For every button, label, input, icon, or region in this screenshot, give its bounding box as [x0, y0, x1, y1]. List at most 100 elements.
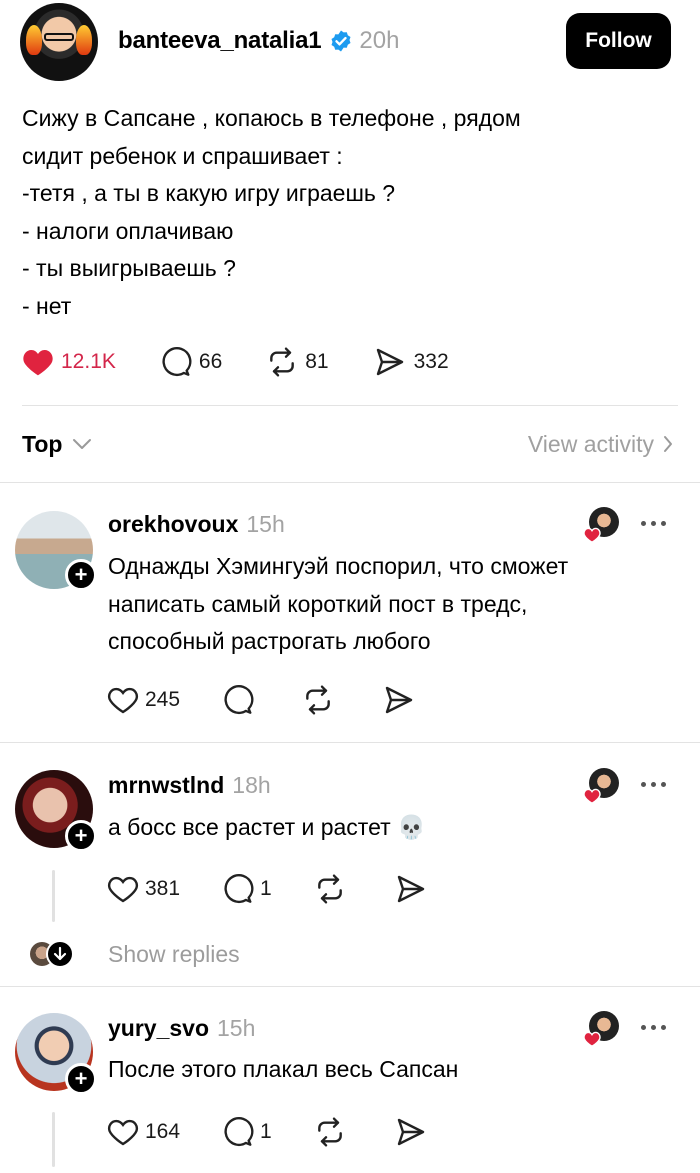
reply-timestamp: 15h [246, 510, 285, 537]
reply-actions: 164 1 [107, 1114, 466, 1150]
arrow-down-icon [46, 940, 74, 968]
comment-icon [162, 347, 192, 376]
author-name[interactable]: banteeva_natalia1 [118, 27, 322, 55]
heart-filled-icon [583, 527, 601, 543]
post-text-line: сидит ребенок и спрашивает : [22, 142, 343, 169]
like-count: 381 [145, 877, 181, 900]
chevron-right-icon [664, 436, 672, 452]
like-button[interactable]: 381 [107, 874, 180, 904]
repost-icon [270, 347, 295, 377]
reply-header: orekhovoux 15h [108, 509, 285, 539]
reply-author[interactable]: orekhovoux [108, 511, 238, 538]
post-text-line: - нет [22, 292, 72, 319]
follow-button[interactable]: Follow [566, 13, 671, 69]
post-text-line: -тетя , а ты в какую игру играешь ? [22, 180, 396, 206]
share-button[interactable] [394, 873, 434, 905]
flame-icon [26, 25, 42, 55]
like-count: 164 [145, 1120, 181, 1143]
share-button[interactable]: 332 [373, 346, 449, 378]
post-text-line: - ты выигрываешь ? [22, 255, 236, 281]
reply-text: Однажды Хэмингуэй поспорил, что сможет н… [108, 553, 569, 654]
more-options-icon[interactable] [641, 521, 666, 526]
comment-icon [224, 1117, 254, 1146]
repost-button[interactable] [302, 684, 340, 716]
comment-button[interactable] [222, 684, 260, 716]
like-button[interactable]: 164 [107, 1117, 180, 1147]
post-text-line: - налоги оплачиваю [22, 217, 234, 244]
divider [0, 986, 700, 987]
repost-button[interactable] [314, 873, 352, 905]
repost-icon [306, 685, 330, 715]
thread-line [52, 870, 55, 922]
liked-by-author-badge [583, 768, 619, 804]
show-replies-row[interactable]: Show replies [30, 936, 240, 972]
heart-filled-icon [583, 788, 601, 804]
comment-button[interactable]: 66 [160, 346, 222, 378]
heart-filled-icon [23, 350, 53, 376]
share-button[interactable] [382, 684, 422, 716]
repost-icon [317, 874, 342, 904]
comment-icon [224, 874, 254, 903]
send-icon [397, 875, 424, 903]
reply-actions: 381 1 [107, 871, 466, 907]
repost-icon [317, 1117, 342, 1147]
reply-header: mrnwstlnd 18h [108, 770, 271, 800]
comment-icon [224, 685, 254, 714]
follow-plus-icon[interactable]: + [65, 1063, 97, 1095]
divider [0, 742, 700, 743]
send-icon [397, 1118, 424, 1146]
post-text-line: Сижу в Сапсане , копаюсь в телефоне , ря… [22, 105, 521, 131]
post-header: banteeva_natalia1 20h [118, 26, 399, 56]
thread-line [52, 1112, 55, 1167]
more-options-icon[interactable] [641, 1025, 666, 1030]
reply-actions: 245 [107, 682, 454, 718]
share-count: 332 [413, 350, 449, 373]
repost-button[interactable] [314, 1116, 352, 1148]
liked-by-author-badge [583, 507, 619, 543]
like-count: 245 [145, 688, 181, 711]
heart-outline-icon [108, 876, 138, 903]
post-body: Сижу в Сапсане , копаюсь в телефоне , ря… [22, 100, 672, 325]
replies-sort-bar: Top View activity [22, 425, 674, 463]
flame-icon [76, 25, 92, 55]
comment-count: 1 [260, 877, 272, 900]
view-activity-label: View activity [527, 430, 654, 457]
comment-count: 66 [198, 350, 223, 373]
like-button[interactable]: 12.1K [22, 347, 116, 377]
reply-author[interactable]: mrnwstlnd [108, 772, 224, 799]
comment-button[interactable]: 1 [222, 873, 272, 905]
reply-text: После этого плакал весь Сапсан [108, 1056, 459, 1082]
sort-label: Top [22, 430, 63, 457]
reply-author[interactable]: yury_svo [108, 1015, 209, 1042]
heart-filled-icon [583, 1031, 601, 1047]
share-button[interactable] [394, 1116, 434, 1148]
reply-text: а босс все растет и растет 💀 [108, 814, 426, 840]
send-icon [385, 686, 413, 714]
comment-button[interactable]: 1 [222, 1116, 272, 1148]
like-button[interactable]: 245 [107, 685, 180, 715]
reply-avatars [30, 939, 80, 969]
reply-timestamp: 18h [232, 771, 271, 798]
divider [0, 482, 700, 483]
sort-dropdown[interactable]: Top [22, 431, 92, 458]
reply-header: yury_svo 15h [108, 1013, 255, 1043]
view-activity-link[interactable]: View activity [528, 431, 674, 458]
reply-timestamp: 15h [217, 1014, 256, 1041]
divider [22, 405, 678, 406]
post-timestamp: 20h [359, 27, 400, 54]
follow-plus-icon[interactable]: + [65, 820, 97, 852]
chevron-down-icon [73, 439, 92, 449]
post-actions: 12.1K 66 81 332 [22, 343, 493, 381]
send-icon [376, 348, 403, 376]
heart-outline-icon [108, 1119, 138, 1146]
more-options-icon[interactable] [641, 782, 666, 787]
repost-count: 81 [305, 350, 329, 373]
follow-plus-icon[interactable]: + [65, 559, 97, 591]
liked-by-author-badge [583, 1011, 619, 1047]
heart-outline-icon [108, 687, 138, 714]
glasses-graphic [44, 33, 74, 41]
comment-count: 1 [260, 1120, 272, 1143]
like-count: 12.1K [61, 350, 116, 373]
author-avatar[interactable] [20, 3, 98, 81]
repost-button[interactable]: 81 [266, 346, 329, 378]
